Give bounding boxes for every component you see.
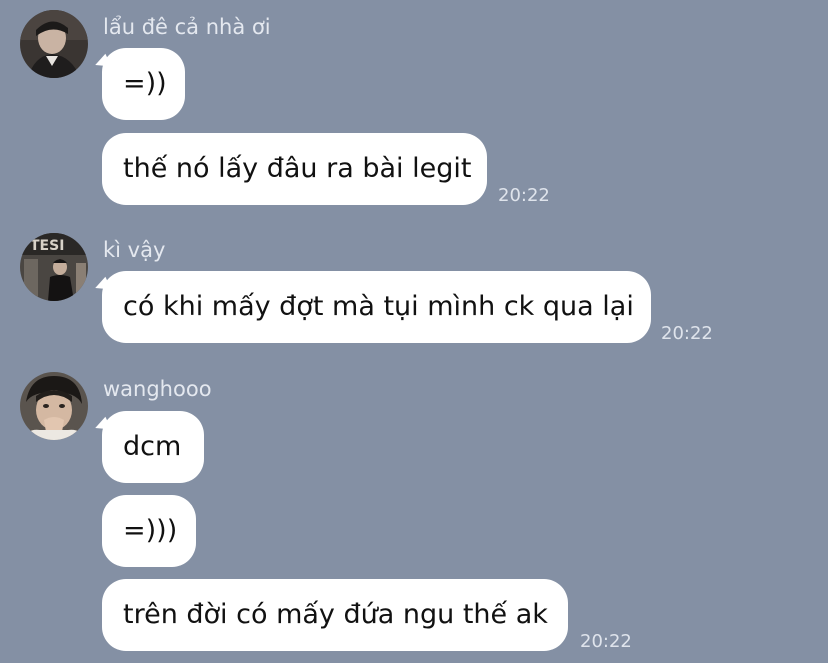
message-bubble[interactable]: =))) [102,495,196,567]
avatar[interactable] [20,10,88,78]
message-text: =))) [123,515,178,546]
svg-text:TESI: TESI [30,238,64,254]
sender-name: kì vậy [103,238,166,262]
message-bubble[interactable]: =)) [102,48,185,120]
message-bubble[interactable]: dcm [102,411,204,483]
sender-name: lẩu đê cả nhà ơi [103,15,271,39]
message-text: dcm [123,431,182,462]
message-bubble[interactable]: có khi mấy đợt mà tụi mình ck qua lại [102,271,651,343]
message-bubble[interactable]: thế nó lấy đâu ra bài legit [102,133,487,205]
sender-name: wanghooo [103,377,212,401]
message-text: có khi mấy đợt mà tụi mình ck qua lại [123,291,634,322]
message-text: trên đời có mấy đứa ngu thế ak [123,599,548,630]
timestamp: 20:22 [498,185,550,206]
avatar[interactable]: TESI [20,233,88,301]
message-bubble[interactable]: trên đời có mấy đứa ngu thế ak [102,579,568,651]
person-photo-icon: TESI [20,233,88,301]
person-photo-icon [20,372,88,440]
message-text: thế nó lấy đâu ra bài legit [123,153,472,184]
message-text: =)) [123,68,167,99]
avatar[interactable] [20,372,88,440]
person-photo-icon [20,10,88,78]
timestamp: 20:22 [661,323,713,344]
timestamp: 20:22 [580,631,632,652]
